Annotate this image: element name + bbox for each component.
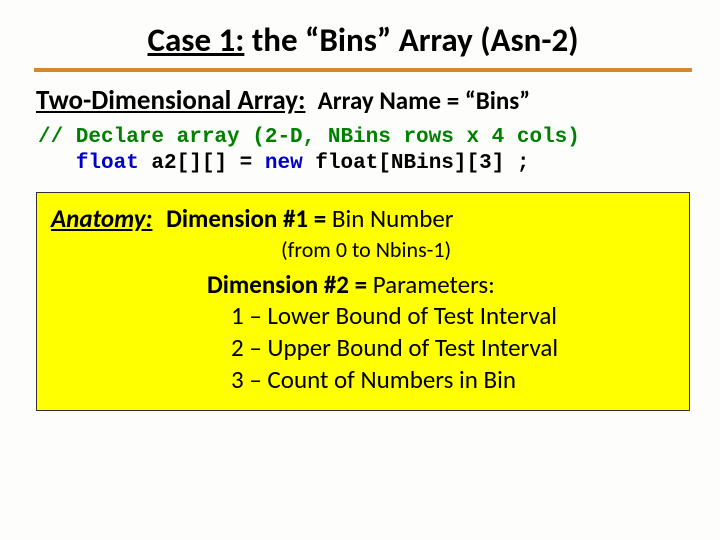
- code-keyword-new: new: [265, 152, 303, 175]
- anatomy-line-1: Anatomy: Dimension #1 = Bin Number: [51, 203, 675, 234]
- title-rest: the “Bins” Array (Asn-2): [244, 20, 578, 60]
- anatomy-param-1: 1 – Lower Bound of Test Interval: [231, 300, 675, 332]
- anatomy-dim1-label: Dimension #1 =: [166, 203, 332, 234]
- title-underlined: Case 1:: [148, 20, 245, 60]
- code-mid: a2[][] =: [139, 152, 265, 175]
- code-comment: // Declare array (2-D, NBins rows x 4 co…: [38, 126, 580, 149]
- code-keyword-float: float: [76, 152, 139, 175]
- section-row: Two-Dimensional Array: Array Name = “Bin…: [36, 84, 692, 117]
- anatomy-dim1: Dimension #1 = Bin Number: [166, 203, 453, 234]
- section-label: Array Name = “Bins”: [318, 85, 531, 116]
- anatomy-dim1-sub: (from 0 to Nbins-1): [281, 236, 675, 263]
- title-rule: [34, 68, 692, 72]
- anatomy-box: Anatomy: Dimension #1 = Bin Number (from…: [36, 192, 690, 411]
- anatomy-heading: Anatomy:: [51, 203, 152, 234]
- code-tail: float[NBins][3] ;: [303, 152, 530, 175]
- code-block: // Declare array (2-D, NBins rows x 4 co…: [38, 125, 692, 178]
- code-indent: [38, 152, 76, 175]
- anatomy-param-2: 2 – Upper Bound of Test Interval: [231, 332, 675, 364]
- anatomy-dim2-value: Parameters:: [373, 269, 495, 300]
- anatomy-dim1-value: Bin Number: [332, 203, 454, 234]
- anatomy-param-3: 3 – Count of Numbers in Bin: [231, 364, 675, 396]
- section-heading: Two-Dimensional Array:: [36, 84, 305, 117]
- slide: Case 1: the “Bins” Array (Asn-2) Two-Dim…: [0, 0, 720, 425]
- anatomy-dim2: Dimension #2 = Parameters:: [207, 269, 675, 300]
- anatomy-dim2-label: Dimension #2 =: [207, 269, 373, 300]
- slide-title: Case 1: the “Bins” Array (Asn-2): [34, 20, 692, 60]
